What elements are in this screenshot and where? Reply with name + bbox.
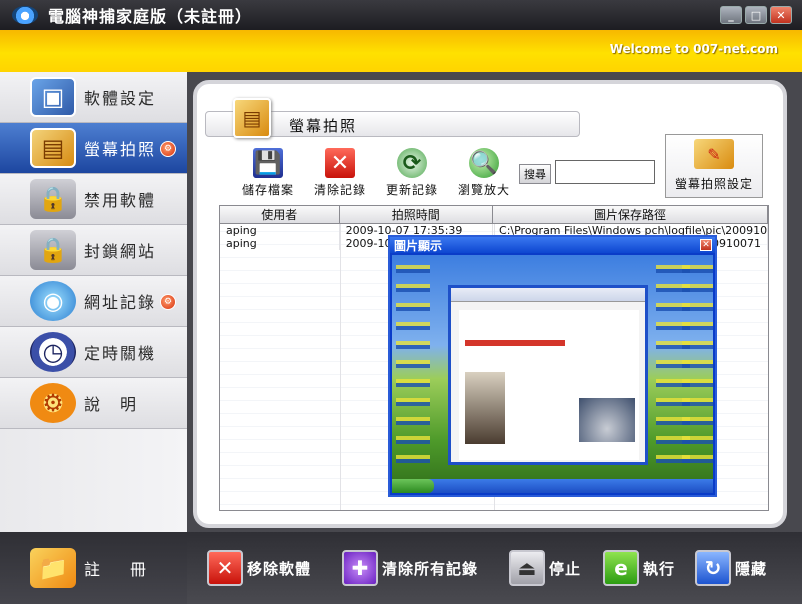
refresh-icon: ⟳: [397, 148, 427, 178]
save-file-label: 儲存檔案: [241, 183, 294, 197]
hide-icon: ↻: [695, 550, 731, 586]
section-title: 螢幕拍照: [289, 117, 358, 135]
stop-label: 停止: [549, 559, 582, 578]
remove-icon: ✕: [207, 550, 243, 586]
clock-icon: ◷: [30, 332, 76, 372]
sidebar-item-software-settings[interactable]: ▣ 軟體設定: [0, 72, 187, 123]
toolbar: 💾 儲存檔案 ✕ 清除記錄 ⟳ 更新記錄 🔍 瀏覽放大: [235, 148, 517, 198]
table-header: 使用者 拍照時間 圖片保存路徑: [220, 206, 768, 224]
window-controls: _ □ ✕: [720, 6, 792, 24]
site-nav-bar: [465, 340, 565, 346]
close-button[interactable]: ✕: [770, 6, 792, 24]
settings-folder-icon: ✎: [694, 139, 734, 169]
search-button[interactable]: 搜尋: [519, 164, 551, 184]
preview-close-button[interactable]: ✕: [700, 239, 712, 251]
save-icon: 💾: [253, 148, 283, 178]
column-header-time[interactable]: 拍照時間: [340, 206, 493, 223]
zoom-view-button[interactable]: 🔍 瀏覽放大: [451, 148, 517, 198]
sidebar-item-label: 網址記錄: [84, 293, 157, 312]
captured-start-button: [392, 479, 434, 493]
clear-all-records-button[interactable]: ✚ 清除所有記錄: [342, 550, 478, 586]
sidebar-item-label: 禁用軟體: [84, 191, 157, 210]
hide-button[interactable]: ↻ 隱藏: [695, 550, 767, 586]
screenshot-section-icon: ▤: [233, 98, 271, 138]
remove-software-button[interactable]: ✕ 移除軟體: [207, 550, 311, 586]
title-bar: 電腦神捕家庭版（未註冊） _ □ ✕: [0, 0, 802, 30]
sidebar-item-register[interactable]: 📁 註冊: [0, 532, 187, 604]
clear-records-button[interactable]: ✕ 清除記錄: [307, 148, 373, 198]
image-preview-window[interactable]: 圖片顯示 ✕: [388, 235, 717, 497]
screenshot-image: [392, 255, 713, 493]
help-gear-icon: ⚙: [30, 383, 76, 423]
remove-software-label: 移除軟體: [247, 559, 312, 578]
image-preview-title: 圖片顯示: [390, 237, 715, 253]
clear-all-icon: ✚: [342, 550, 378, 586]
hide-label: 隱藏: [735, 559, 768, 578]
column-divider: [340, 224, 341, 510]
lock-icon: 🔒: [30, 179, 76, 219]
cell-user: aping: [220, 237, 340, 250]
eye-logo-icon: [12, 6, 38, 24]
welcome-text: Welcome to 007-net.com: [609, 42, 778, 56]
globe-search-icon: ◉: [30, 281, 76, 321]
news-photo: [465, 372, 505, 444]
screenshot-settings-label: 螢幕拍照設定: [674, 177, 753, 191]
sidebar-item-block-software[interactable]: 🔒 禁用軟體: [0, 174, 187, 225]
sidebar-item-scheduled-shutdown[interactable]: ◷ 定時關機: [0, 327, 187, 378]
zoom-icon: 🔍: [469, 148, 499, 178]
search-input[interactable]: [555, 160, 655, 184]
sidebar-item-screenshot[interactable]: ▤ 螢幕拍照 ⚙: [0, 123, 187, 174]
header-banner: Welcome to 007-net.com: [0, 30, 802, 72]
settings-badge-icon: ⚙: [160, 141, 176, 157]
run-icon: e: [603, 550, 639, 586]
cell-user: aping: [220, 224, 340, 237]
sidebar-item-label: 定時關機: [84, 344, 157, 363]
desktop-icons: [682, 259, 713, 469]
column-header-path[interactable]: 圖片保存路徑: [493, 206, 768, 223]
screenshot-icon: ▤: [30, 128, 76, 168]
refresh-records-button[interactable]: ⟳ 更新記錄: [379, 148, 445, 198]
clear-records-label: 清除記錄: [313, 183, 366, 197]
stop-button[interactable]: ⏏ 停止: [509, 550, 581, 586]
maximize-button[interactable]: □: [745, 6, 767, 24]
sidebar-item-label: 螢幕拍照: [84, 140, 157, 159]
sidebar-item-url-log[interactable]: ◉ 網址記錄 ⚙: [0, 276, 187, 327]
bottom-action-bar: ✕ 移除軟體 ✚ 清除所有記錄 ⏏ 停止 e 執行 ↻ 隱藏: [187, 532, 802, 604]
captured-browser-window: [448, 285, 648, 465]
clear-icon: ✕: [325, 148, 355, 178]
clear-all-records-label: 清除所有記錄: [382, 559, 479, 578]
software-settings-icon: ▣: [30, 77, 76, 117]
sidebar-item-label: 軟體設定: [84, 89, 157, 108]
run-label: 執行: [643, 559, 676, 578]
car-photo: [579, 398, 635, 442]
settings-badge-icon: ⚙: [160, 294, 176, 310]
sidebar-item-help[interactable]: ⚙ 說 明: [0, 378, 187, 429]
minimize-button[interactable]: _: [720, 6, 742, 24]
sidebar-item-label: 封鎖網站: [84, 242, 157, 261]
lock-globe-icon: 🔒: [30, 230, 76, 270]
screenshot-settings-button[interactable]: ✎ 螢幕拍照設定: [665, 134, 763, 198]
desktop-icons: [396, 259, 430, 469]
zoom-view-label: 瀏覽放大: [457, 183, 510, 197]
stop-icon: ⏏: [509, 550, 545, 586]
column-header-user[interactable]: 使用者: [220, 206, 340, 223]
captured-taskbar: [392, 479, 713, 493]
register-label: 註冊: [84, 560, 177, 579]
sidebar-item-block-website[interactable]: 🔒 封鎖網站: [0, 225, 187, 276]
app-window: 電腦神捕家庭版（未註冊） _ □ ✕ Welcome to 007-net.co…: [0, 0, 802, 604]
run-button[interactable]: e 執行: [603, 550, 675, 586]
browser-toolbar: [451, 288, 645, 302]
save-file-button[interactable]: 💾 儲存檔案: [235, 148, 301, 198]
register-folder-icon: 📁: [30, 548, 76, 588]
sidebar: ▣ 軟體設定 ▤ 螢幕拍照 ⚙ 🔒 禁用軟體 🔒 封鎖網站 ◉ 網址記錄 ⚙ ◷…: [0, 72, 187, 532]
refresh-records-label: 更新記錄: [385, 183, 438, 197]
window-title: 電腦神捕家庭版（未註冊）: [48, 7, 253, 26]
browser-content: [459, 310, 639, 460]
sidebar-item-label: 說 明: [84, 395, 139, 414]
